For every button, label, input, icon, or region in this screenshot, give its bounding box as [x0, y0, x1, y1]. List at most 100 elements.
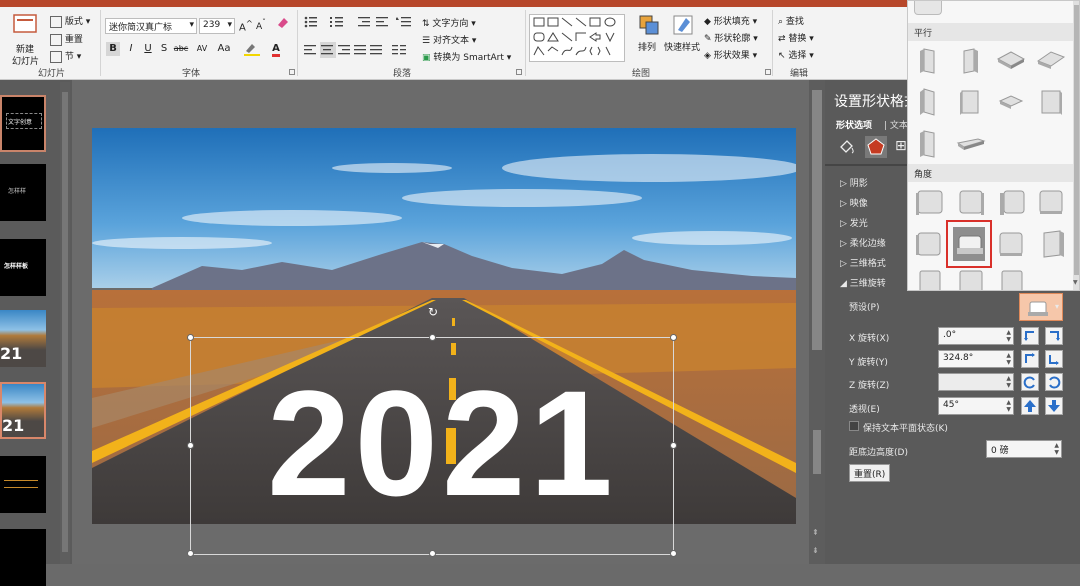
drawing-dialog-launcher[interactable] — [765, 69, 771, 75]
section-reflection[interactable]: ▷ 映像 — [840, 196, 868, 209]
slide-thumbnail[interactable]: 怎样样 — [0, 164, 46, 221]
preset-angle[interactable] — [1034, 185, 1068, 219]
preset-angle[interactable] — [954, 185, 988, 219]
font-dialog-launcher[interactable] — [289, 69, 295, 75]
z-rotation-input[interactable]: ▲ ▼ — [938, 373, 1014, 391]
line-spacing-button[interactable] — [395, 16, 412, 31]
shape-effects-button[interactable]: ◈ 形状效果 ▾ — [704, 48, 757, 61]
resize-handle[interactable] — [670, 442, 677, 449]
perspective-increase-button[interactable] — [1021, 397, 1039, 415]
perspective-input[interactable]: 45° ▲ ▼ — [938, 397, 1014, 415]
y-rotation-input[interactable]: 324.8° ▲ ▼ — [938, 350, 1014, 368]
preset-angle[interactable] — [994, 185, 1028, 219]
preset-angle[interactable] — [954, 269, 988, 290]
rotate-cw-button[interactable] — [1045, 373, 1063, 391]
perspective-decrease-button[interactable] — [1045, 397, 1063, 415]
bullets-button[interactable] — [304, 16, 328, 31]
page-down-icon[interactable]: ⇟ — [812, 546, 819, 555]
bold-button[interactable]: B — [106, 42, 120, 56]
numbering-button[interactable] — [330, 16, 354, 31]
effects-tab-icon[interactable] — [865, 136, 887, 158]
preset-parallel[interactable] — [912, 43, 946, 77]
thumbnails-scrollbar[interactable] — [60, 82, 70, 564]
font-size-combo[interactable]: 239 ▾ — [199, 18, 235, 34]
slide-thumbnail[interactable]: 21 — [0, 310, 46, 367]
resize-handle[interactable] — [670, 334, 677, 341]
distribute-button[interactable] — [370, 44, 384, 59]
resize-handle[interactable] — [187, 442, 194, 449]
highlight-button[interactable] — [242, 42, 262, 56]
page-up-icon[interactable]: ⇞ — [812, 528, 819, 537]
spin-arrows-icon[interactable]: ▲ ▼ — [1006, 375, 1011, 389]
resize-handle[interactable] — [187, 334, 194, 341]
preset-angle[interactable] — [994, 227, 1028, 261]
no-rotation-preset[interactable] — [914, 1, 942, 15]
layout-button[interactable]: 版式 ▾ — [50, 14, 90, 28]
preset-angle[interactable] — [1034, 227, 1068, 261]
spin-arrows-icon[interactable]: ▲ ▼ — [1006, 329, 1011, 343]
find-button[interactable]: ⌕ 查找 — [778, 14, 804, 27]
clear-format-button[interactable] — [276, 16, 290, 30]
scrollbar-thumb[interactable] — [62, 92, 68, 552]
rotate-left-button[interactable] — [1021, 327, 1039, 345]
section-soft-edges[interactable]: ▷ 柔化边缘 — [840, 236, 886, 249]
resize-handle[interactable] — [670, 550, 677, 557]
arrange-button[interactable]: 排列 — [638, 14, 662, 62]
resize-handle[interactable] — [429, 334, 436, 341]
slide-thumbnail[interactable]: 怎样样板 — [0, 239, 46, 296]
shapes-gallery[interactable] — [529, 14, 625, 62]
resize-handle[interactable] — [187, 550, 194, 557]
rotate-ccw-button[interactable] — [1021, 373, 1039, 391]
preset-parallel[interactable] — [1034, 85, 1068, 119]
text-direction-button[interactable]: ⇅ 文字方向 ▾ — [422, 16, 476, 29]
section-shadow[interactable]: ▷ 阴影 — [840, 176, 868, 189]
grow-font-button[interactable]: A^ — [239, 18, 253, 33]
gallery-scrollbar[interactable]: ▼ — [1073, 1, 1079, 290]
resize-handle[interactable] — [429, 550, 436, 557]
preset-parallel[interactable] — [994, 85, 1028, 119]
slide-thumbnail[interactable] — [0, 529, 46, 586]
font-color-button[interactable]: A — [266, 42, 286, 57]
section-glow[interactable]: ▷ 发光 — [840, 216, 868, 229]
preset-parallel[interactable] — [1034, 43, 1068, 77]
preset-angle-selected[interactable] — [946, 220, 992, 268]
section-3d-format[interactable]: ▷ 三维格式 — [840, 256, 886, 269]
size-properties-tab-icon[interactable]: ⊞ — [895, 138, 907, 154]
preset-angle[interactable] — [994, 269, 1028, 290]
align-center-button[interactable] — [320, 42, 336, 58]
strikethrough-button[interactable]: abc — [172, 42, 190, 56]
align-right-button[interactable] — [338, 44, 352, 59]
shape-outline-button[interactable]: ✎ 形状轮廓 ▾ — [704, 31, 758, 44]
tab-shape-options[interactable]: 形状选项 — [836, 118, 872, 131]
justify-button[interactable] — [354, 44, 368, 59]
columns-button[interactable] — [392, 44, 410, 59]
new-slide-button[interactable]: 新建 幻灯片 — [8, 12, 44, 67]
preset-angle[interactable] — [912, 269, 946, 290]
shrink-font-button[interactable]: Aˇ — [256, 18, 266, 32]
preset-parallel[interactable] — [954, 127, 988, 161]
fill-line-tab-icon[interactable] — [837, 138, 855, 156]
shadow-button[interactable]: S — [157, 42, 171, 56]
preset-parallel[interactable] — [912, 85, 946, 119]
underline-button[interactable]: U — [141, 42, 155, 56]
preset-angle[interactable] — [912, 185, 946, 219]
distance-input[interactable]: 0 磅 ▲ ▼ — [986, 440, 1062, 458]
char-spacing-button[interactable]: AV — [193, 42, 211, 56]
scrollbar-thumb[interactable] — [812, 90, 822, 350]
spin-arrows-icon[interactable]: ▲ ▼ — [1006, 399, 1011, 413]
preset-parallel[interactable] — [954, 85, 988, 119]
reset-button[interactable]: 重置(R) — [849, 464, 891, 482]
preset-dropdown[interactable]: ▾ — [1019, 293, 1063, 321]
spin-arrows-icon[interactable]: ▲ ▼ — [1006, 352, 1011, 366]
select-button[interactable]: ↖ 选择 ▾ — [778, 48, 814, 61]
slide-thumbnail[interactable]: 文字创意 — [0, 95, 46, 152]
align-left-button[interactable] — [304, 44, 318, 59]
rotate-down-button[interactable] — [1045, 350, 1063, 368]
section-3d-rotation[interactable]: ◢ 三维旋转 — [840, 276, 886, 289]
align-text-button[interactable]: ☰ 对齐文本 ▾ — [422, 33, 476, 46]
spin-arrows-icon[interactable]: ▲ ▼ — [1054, 442, 1059, 456]
chevron-down-icon[interactable]: ▼ — [1073, 279, 1078, 286]
scrollbar-thumb[interactable] — [1074, 5, 1079, 275]
increase-indent-button[interactable] — [376, 16, 390, 31]
font-name-combo[interactable]: 迷你简汉真广标 ▾ — [105, 18, 197, 34]
